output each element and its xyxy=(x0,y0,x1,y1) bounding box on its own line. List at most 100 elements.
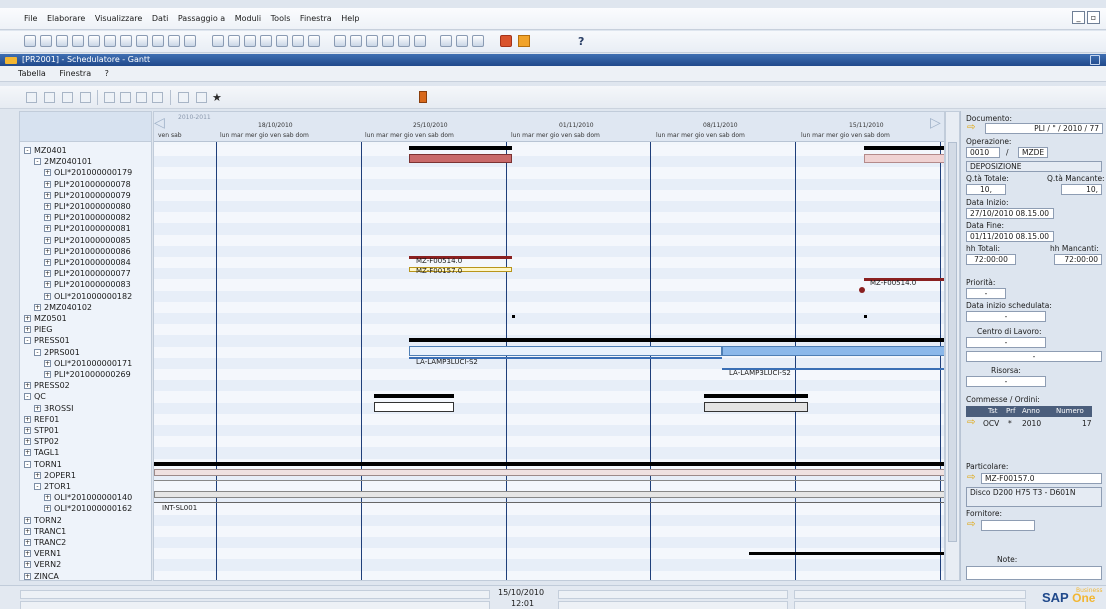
commessa-row[interactable]: ⇨ OCV * 2010 17 xyxy=(966,418,1092,429)
menu-file[interactable]: File xyxy=(24,8,37,30)
milestone-marker[interactable] xyxy=(859,287,865,293)
chart-icon[interactable] xyxy=(472,35,484,47)
collapse-icon[interactable]: - xyxy=(34,348,41,356)
expand-icon[interactable]: + xyxy=(24,572,31,580)
tree-row[interactable]: + PLI*201000000269 xyxy=(20,369,151,380)
document-icon[interactable] xyxy=(72,35,84,47)
new-icon[interactable] xyxy=(26,92,37,103)
tree-row[interactable]: +2MZ040102 xyxy=(20,302,151,313)
tree-row[interactable]: - PRESS01 xyxy=(20,335,151,346)
gantt-operation-bar[interactable] xyxy=(154,502,944,503)
gantt-summary-bar[interactable] xyxy=(409,146,512,150)
tree-row[interactable]: + OLI*201000000179 xyxy=(20,167,151,178)
scrollbar-thumb[interactable] xyxy=(948,142,957,542)
open-icon[interactable] xyxy=(44,92,55,103)
gantt-summary-bar[interactable] xyxy=(704,394,808,398)
expand-icon[interactable]: + xyxy=(44,371,51,378)
tree-row[interactable]: +3ROSSI xyxy=(20,403,151,414)
expand-icon[interactable]: + xyxy=(44,225,51,233)
window-menu-icon[interactable] xyxy=(1090,55,1100,65)
gross-profit-icon[interactable] xyxy=(398,35,410,47)
tree-row[interactable]: - QC xyxy=(20,391,151,402)
excel-icon[interactable] xyxy=(104,35,116,47)
find-icon[interactable] xyxy=(212,35,224,47)
expand-icon[interactable]: + xyxy=(44,169,51,177)
sort-icon[interactable] xyxy=(308,35,320,47)
gantt-operation-bar[interactable] xyxy=(154,480,944,481)
menu-tools[interactable]: Tools xyxy=(271,8,291,30)
gantt-task-bar[interactable] xyxy=(864,154,944,163)
gantt-summary-bar[interactable] xyxy=(374,394,454,398)
expand-icon[interactable]: + xyxy=(24,415,31,423)
expand-icon[interactable]: + xyxy=(24,516,31,524)
operation-number-field[interactable]: 0010 xyxy=(966,147,1000,158)
tree-row[interactable]: + PLI*201000000078 xyxy=(20,179,151,190)
expand-icon[interactable]: + xyxy=(44,259,51,266)
gantt-task-bar[interactable] xyxy=(154,491,944,498)
base-document-icon[interactable] xyxy=(334,35,346,47)
calendar-icon[interactable] xyxy=(518,35,530,47)
edit-icon[interactable] xyxy=(456,35,468,47)
expand-icon[interactable]: + xyxy=(44,203,51,210)
tree-row[interactable]: + OLI*201000000171 xyxy=(20,358,151,369)
data-sched-field[interactable]: - xyxy=(966,311,1046,322)
expand-icon[interactable]: + xyxy=(44,247,51,255)
operation-code-field[interactable]: MZDE xyxy=(1018,147,1048,158)
print-preview-icon[interactable] xyxy=(56,35,68,47)
collapse-icon[interactable]: - xyxy=(24,460,31,468)
restore-icon[interactable]: ▫ xyxy=(1087,11,1100,24)
menu-finestra-sub[interactable]: Finestra xyxy=(59,66,91,82)
expand-icon[interactable]: + xyxy=(24,449,31,457)
link-arrow-icon[interactable]: ⇨ xyxy=(967,418,975,428)
next-record-icon[interactable] xyxy=(260,35,272,47)
expand-icon[interactable]: + xyxy=(44,292,51,300)
note-field[interactable] xyxy=(966,566,1102,580)
fornitore-field[interactable] xyxy=(981,520,1035,531)
documento-field[interactable]: PLI / " / 2010 / 77 xyxy=(985,123,1103,134)
exit-icon[interactable] xyxy=(419,91,427,103)
tree-row[interactable]: + OLI*201000000140 xyxy=(20,492,151,503)
word-icon[interactable] xyxy=(120,35,132,47)
expand-icon[interactable]: + xyxy=(44,236,51,244)
payment-icon[interactable] xyxy=(382,35,394,47)
tree-row[interactable]: + TAGL1 xyxy=(20,447,151,458)
tree-row[interactable]: + PLI*201000000081 xyxy=(20,223,151,234)
expand-icon[interactable]: + xyxy=(34,471,41,479)
expand-icon[interactable]: + xyxy=(44,270,51,278)
relationship-map-icon[interactable] xyxy=(366,35,378,47)
menu-question[interactable]: ? xyxy=(105,66,109,82)
binoculars-icon[interactable] xyxy=(184,35,196,47)
previous-record-icon[interactable] xyxy=(244,35,256,47)
tree-row[interactable]: -2TOR1 xyxy=(20,481,151,492)
gantt-task-bar[interactable] xyxy=(374,402,454,412)
prev-icon[interactable] xyxy=(120,92,131,103)
data-fine-field[interactable]: 01/11/2010 08.15.00 xyxy=(966,231,1054,242)
tree-row[interactable]: + PLI*201000000082 xyxy=(20,212,151,223)
export-icon[interactable] xyxy=(136,35,148,47)
menu-tabella[interactable]: Tabella xyxy=(18,66,46,82)
scroll-right-icon[interactable]: ▷ xyxy=(930,115,941,131)
menu-dati[interactable]: Dati xyxy=(152,8,168,30)
print-icon[interactable] xyxy=(40,35,52,47)
tree-row[interactable]: + PIEG xyxy=(20,324,151,335)
star-icon[interactable]: ★ xyxy=(212,92,223,103)
expand-icon[interactable]: + xyxy=(24,326,31,334)
tree-row[interactable]: -2PRS001 xyxy=(20,347,151,358)
gantt-task-bar[interactable] xyxy=(409,346,722,356)
expand-icon[interactable]: + xyxy=(34,404,41,412)
gantt-summary-bar[interactable] xyxy=(749,552,944,555)
menu-moduli[interactable]: Moduli xyxy=(235,8,261,30)
tree-row[interactable]: + STP02 xyxy=(20,436,151,447)
save-icon[interactable] xyxy=(80,92,91,103)
menu-help[interactable]: Help xyxy=(341,8,359,30)
menu-finestra[interactable]: Finestra xyxy=(300,8,332,30)
gantt-summary-bar[interactable] xyxy=(409,338,944,342)
collapse-icon[interactable]: - xyxy=(24,393,31,401)
gantt-summary-bar[interactable] xyxy=(864,146,944,150)
lock-icon[interactable] xyxy=(168,35,180,47)
expand-icon[interactable]: + xyxy=(24,561,31,569)
data-inizio-field[interactable]: 27/10/2010 08.15.00 xyxy=(966,208,1054,219)
tree-row[interactable]: + STP01 xyxy=(20,425,151,436)
risorsa-field[interactable]: - xyxy=(966,376,1046,387)
gantt-vertical-scrollbar[interactable] xyxy=(945,111,960,581)
